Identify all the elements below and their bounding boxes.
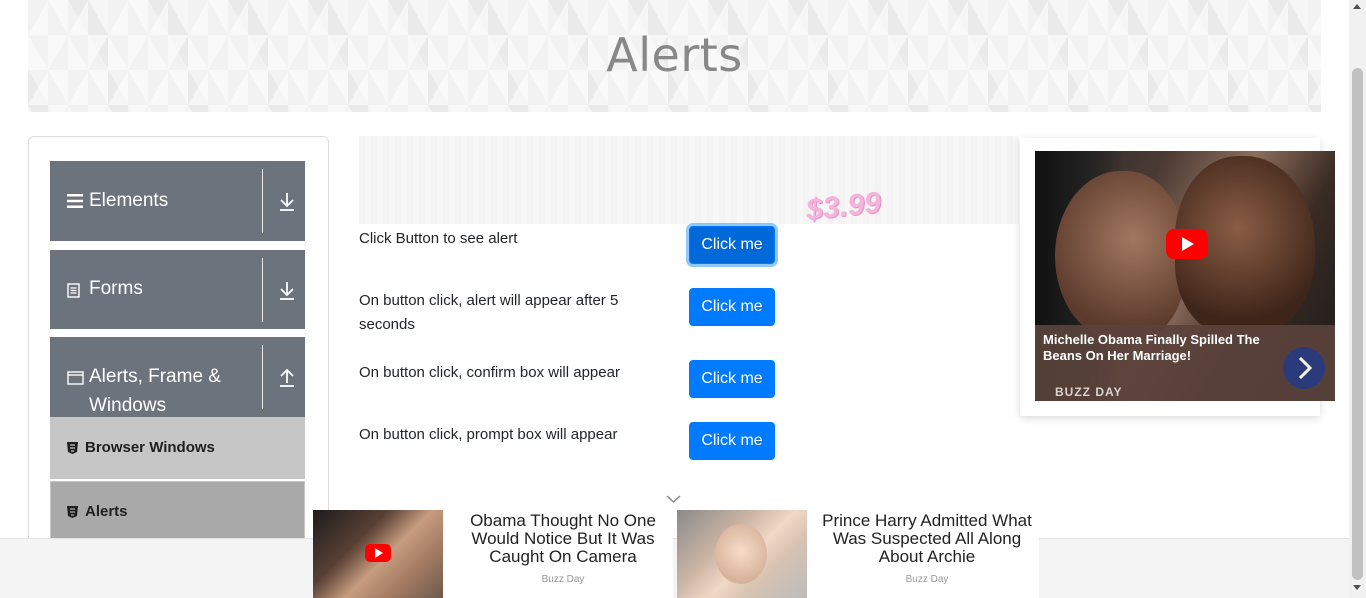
page-title: Alerts (606, 28, 743, 82)
next-button[interactable] (1283, 347, 1325, 389)
timer-alert-row-label: On button click, alert will appear after… (359, 292, 619, 333)
sidebar: Elements Forms Alerts, Frame & Windows B… (28, 136, 329, 598)
ad-video-thumbnail[interactable]: Michelle Obama Finally Spilled The Beans… (1035, 151, 1335, 401)
scroll-up-arrow-icon[interactable] (1353, 4, 1361, 9)
group-divider (262, 169, 263, 233)
sidebar-item-browser-windows[interactable]: Browser Windows (50, 417, 305, 479)
group-divider (262, 258, 263, 322)
html5-icon (67, 442, 78, 454)
document-icon (67, 283, 80, 298)
download-icon (280, 282, 294, 300)
bottom-ad-title[interactable]: Prince Harry Admitted What Was Suspected… (817, 512, 1037, 566)
sidebar-group-elements[interactable]: Elements (50, 161, 305, 241)
page-banner: Alerts (28, 0, 1321, 112)
sidebar-group-label: Forms (89, 278, 143, 299)
window-icon (67, 371, 84, 385)
hamburger-icon (67, 194, 83, 208)
bottom-ad-thumbnail[interactable] (677, 510, 807, 598)
play-icon[interactable] (1166, 229, 1208, 259)
bottom-ad-bar (0, 538, 1349, 598)
ad-caption[interactable]: Michelle Obama Finally Spilled The Beans… (1043, 332, 1283, 364)
timer-alert-button[interactable]: Click me (689, 288, 775, 326)
scroll-down-arrow-icon[interactable] (1353, 585, 1361, 590)
alert-button[interactable]: Click me (689, 226, 775, 264)
confirm-row-label: On button click, confirm box will appear (359, 364, 620, 381)
sidebar-group-label-line2: Windows (89, 395, 167, 416)
group-divider (262, 345, 263, 409)
sidebar-group-label: Alerts, Frame & (89, 366, 221, 387)
download-icon (280, 193, 294, 211)
bottom-ad-source: Buzz Day (541, 574, 585, 585)
sidebar-item-label: Alerts (85, 503, 128, 520)
play-icon[interactable] (365, 544, 391, 562)
prompt-button[interactable]: Click me (689, 422, 775, 460)
confirm-button[interactable]: Click me (689, 360, 775, 398)
page: Alerts Elements Forms Alerts, Frame & Wi… (0, 0, 1366, 598)
ad-source: BUZZ DAY (1055, 385, 1123, 399)
sidebar-item-alerts[interactable]: Alerts (50, 481, 305, 543)
html5-icon (67, 506, 78, 518)
upload-icon (280, 368, 294, 387)
chevron-down-icon[interactable] (666, 495, 681, 504)
chevron-right-icon (1298, 356, 1313, 380)
bottom-ad-card[interactable]: Prince Harry Admitted What Was Suspected… (677, 510, 1039, 598)
sidebar-group-label: Elements (89, 190, 169, 211)
vertical-scrollbar[interactable] (1349, 0, 1366, 598)
bottom-ad-title[interactable]: Obama Thought No One Would Notice But It… (453, 512, 673, 566)
alert-row-label: Click Button to see alert (359, 230, 518, 247)
bottom-ad-card[interactable]: Obama Thought No One Would Notice But It… (313, 510, 673, 598)
scroll-thumb[interactable] (1352, 68, 1363, 580)
sidebar-group-alerts-frame-windows[interactable]: Alerts, Frame & Windows (50, 337, 305, 417)
bottom-ad-source: Buzz Day (905, 574, 949, 585)
banner-ad[interactable] (359, 136, 1019, 224)
prompt-row-label: On button click, prompt box will appear (359, 426, 618, 443)
video-ad[interactable]: Michelle Obama Finally Spilled The Beans… (1020, 138, 1335, 416)
bottom-ad-thumbnail[interactable] (313, 510, 443, 598)
sidebar-item-label: Browser Windows (85, 439, 215, 456)
sidebar-group-forms[interactable]: Forms (50, 250, 305, 329)
